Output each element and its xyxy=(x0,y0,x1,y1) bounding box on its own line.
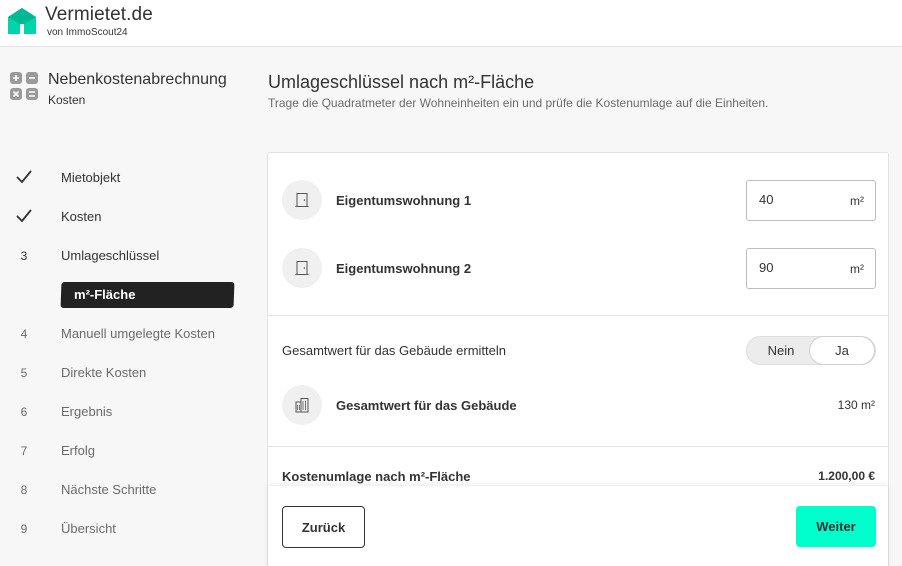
step-label: Nächste Schritte xyxy=(61,482,157,497)
building-total-question: Gesamtwert für das Gebäude ermitteln xyxy=(282,343,506,358)
card-footer: Zurück Weiter xyxy=(268,486,888,566)
step-number: 6 xyxy=(20,405,28,419)
divider xyxy=(268,446,888,447)
door-icon xyxy=(295,261,309,275)
brand-name[interactable]: Vermietet.de xyxy=(45,4,153,26)
sidebar-title: Nebenkostenabrechnung xyxy=(48,71,227,88)
step-label: Ergebnis xyxy=(61,404,113,419)
unit-area-input[interactable] xyxy=(759,192,839,207)
step-uebersicht[interactable]: 9 Übersicht xyxy=(0,517,260,541)
sidebar-subtitle: Kosten xyxy=(48,93,86,107)
unit-name: Eigentumswohnung 2 xyxy=(336,261,472,276)
step-number: 8 xyxy=(20,483,28,497)
step-label: Manuell umgelegte Kosten xyxy=(61,326,215,341)
step-number: 7 xyxy=(20,444,28,458)
substep-m2-flaeche[interactable]: m²-Fläche xyxy=(60,282,235,308)
next-button[interactable]: Weiter xyxy=(796,506,876,547)
page-title: Umlageschlüssel nach m²-Fläche xyxy=(268,72,535,92)
area-unit: m² xyxy=(850,262,864,276)
step-erfolg[interactable]: 7 Erfolg xyxy=(0,439,260,463)
allocation-value: 1.200,00 € xyxy=(818,469,875,483)
step-number: 4 xyxy=(20,327,28,341)
step-label: Direkte Kosten xyxy=(61,365,147,380)
building-total-label: Gesamtwert für das Gebäude xyxy=(336,398,517,413)
step-kosten[interactable]: Kosten xyxy=(0,205,260,229)
area-unit: m² xyxy=(850,194,864,208)
unit-area-field[interactable]: m² xyxy=(746,248,876,289)
calculator-icon xyxy=(10,72,38,100)
allocation-label: Kostenumlage nach m²-Fläche xyxy=(282,469,471,484)
step-label: Erfolg xyxy=(61,443,95,458)
step-label: Kosten xyxy=(61,209,102,224)
back-button[interactable]: Zurück xyxy=(282,506,365,548)
toggle-option-ja[interactable]: Ja xyxy=(810,337,874,364)
step-ergebnis[interactable]: 6 Ergebnis xyxy=(0,400,260,424)
step-mietobjekt[interactable]: Mietobjekt xyxy=(0,166,260,190)
vermietet-logo-icon[interactable] xyxy=(7,7,37,35)
checkmark-icon xyxy=(16,209,32,223)
unit-area-input[interactable] xyxy=(759,260,839,275)
building-total-toggle[interactable]: Nein Ja xyxy=(746,336,876,365)
step-manuell-umgelegte-kosten[interactable]: 4 Manuell umgelegte Kosten xyxy=(0,322,260,346)
step-umlageschluessel[interactable]: 3 Umlageschlüssel xyxy=(0,244,260,268)
checkmark-icon xyxy=(16,170,32,184)
step-label: Umlageschlüssel xyxy=(61,248,160,263)
building-icon-circle xyxy=(282,385,322,425)
unit-icon-circle xyxy=(282,180,322,220)
substep-label: m²-Fläche xyxy=(74,287,136,302)
unit-icon-circle xyxy=(282,248,322,288)
unit-area-field[interactable]: m² xyxy=(746,180,876,221)
unit-name: Eigentumswohnung 1 xyxy=(336,193,472,208)
building-icon xyxy=(295,398,309,413)
step-label: Mietobjekt xyxy=(61,170,121,185)
step-direkte-kosten[interactable]: 5 Direkte Kosten xyxy=(0,361,260,385)
allocation-card: Eigentumswohnung 1 m² Eigentumswohnung 2… xyxy=(267,152,889,566)
step-number: 3 xyxy=(20,249,28,263)
toggle-option-nein[interactable]: Nein xyxy=(749,337,813,364)
divider xyxy=(268,315,888,316)
top-header: Vermietet.de von ImmoScout24 xyxy=(0,0,902,47)
step-naechste-schritte[interactable]: 8 Nächste Schritte xyxy=(0,478,260,502)
page-description: Trage die Quadratmeter der Wohneinheiten… xyxy=(268,96,769,110)
step-number: 5 xyxy=(20,366,28,380)
door-icon xyxy=(295,193,309,207)
step-number: 9 xyxy=(20,522,28,536)
step-label: Übersicht xyxy=(61,521,116,536)
building-total-value: 130 m² xyxy=(837,398,875,412)
brand-subtitle: von ImmoScout24 xyxy=(47,27,128,38)
